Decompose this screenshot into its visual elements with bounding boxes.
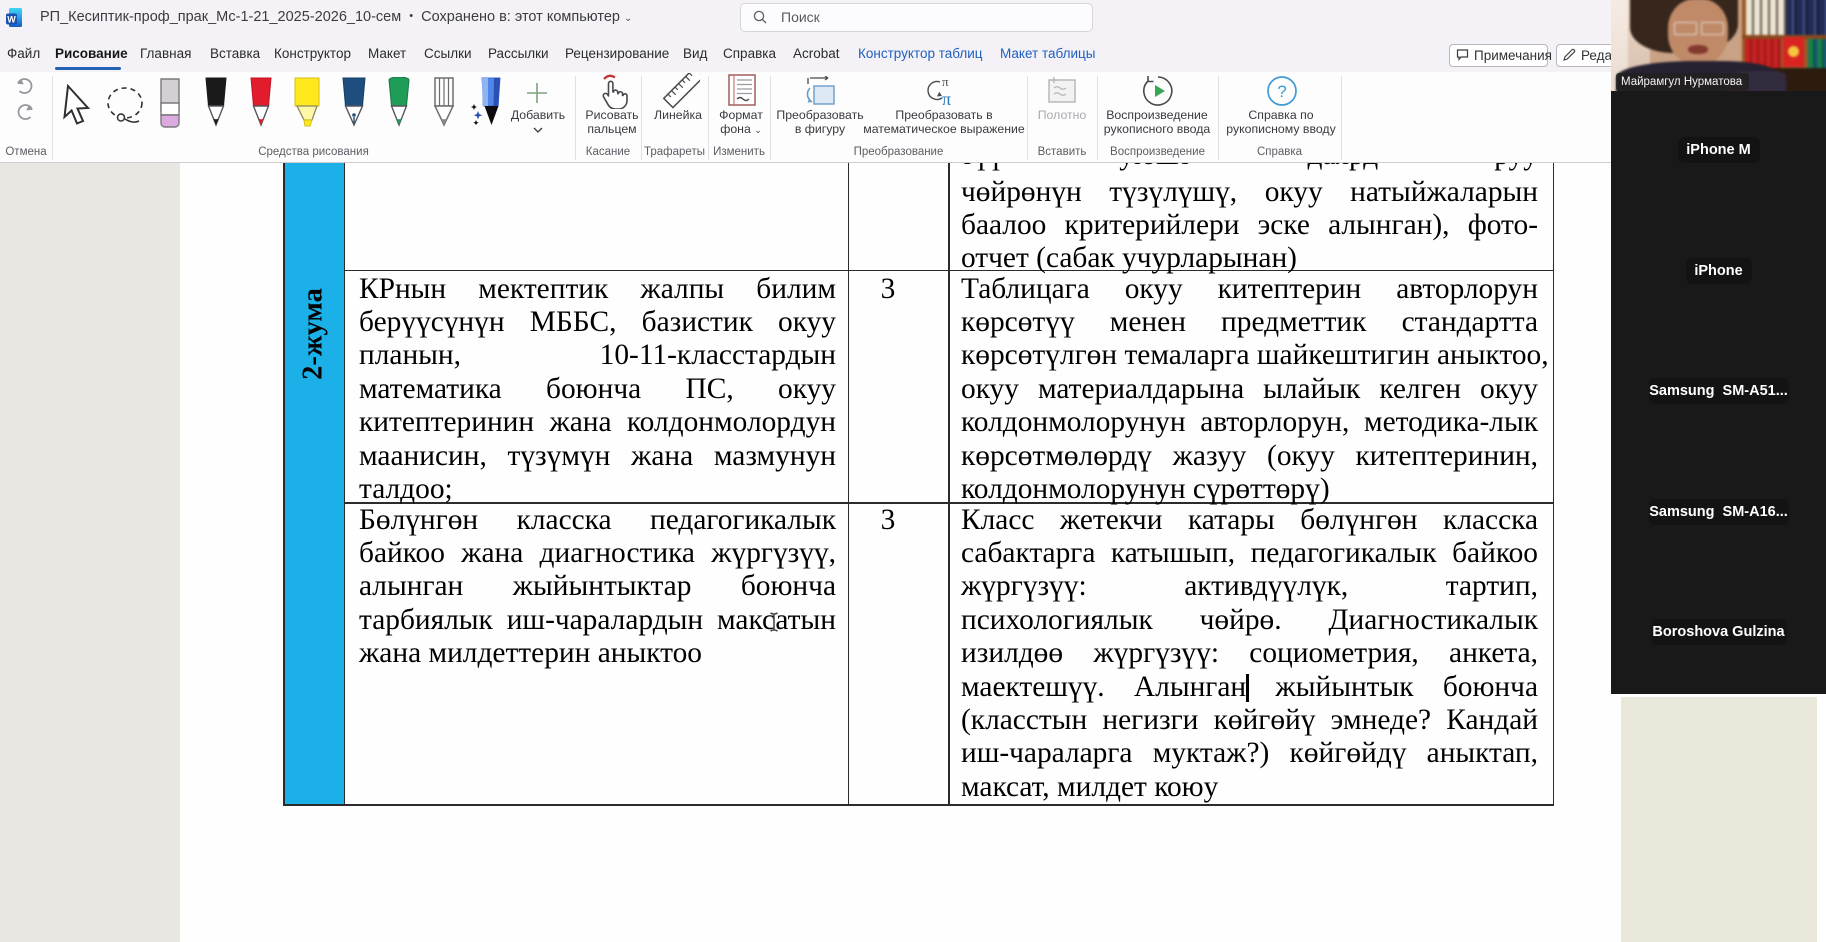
svg-text:W: W (7, 15, 16, 25)
